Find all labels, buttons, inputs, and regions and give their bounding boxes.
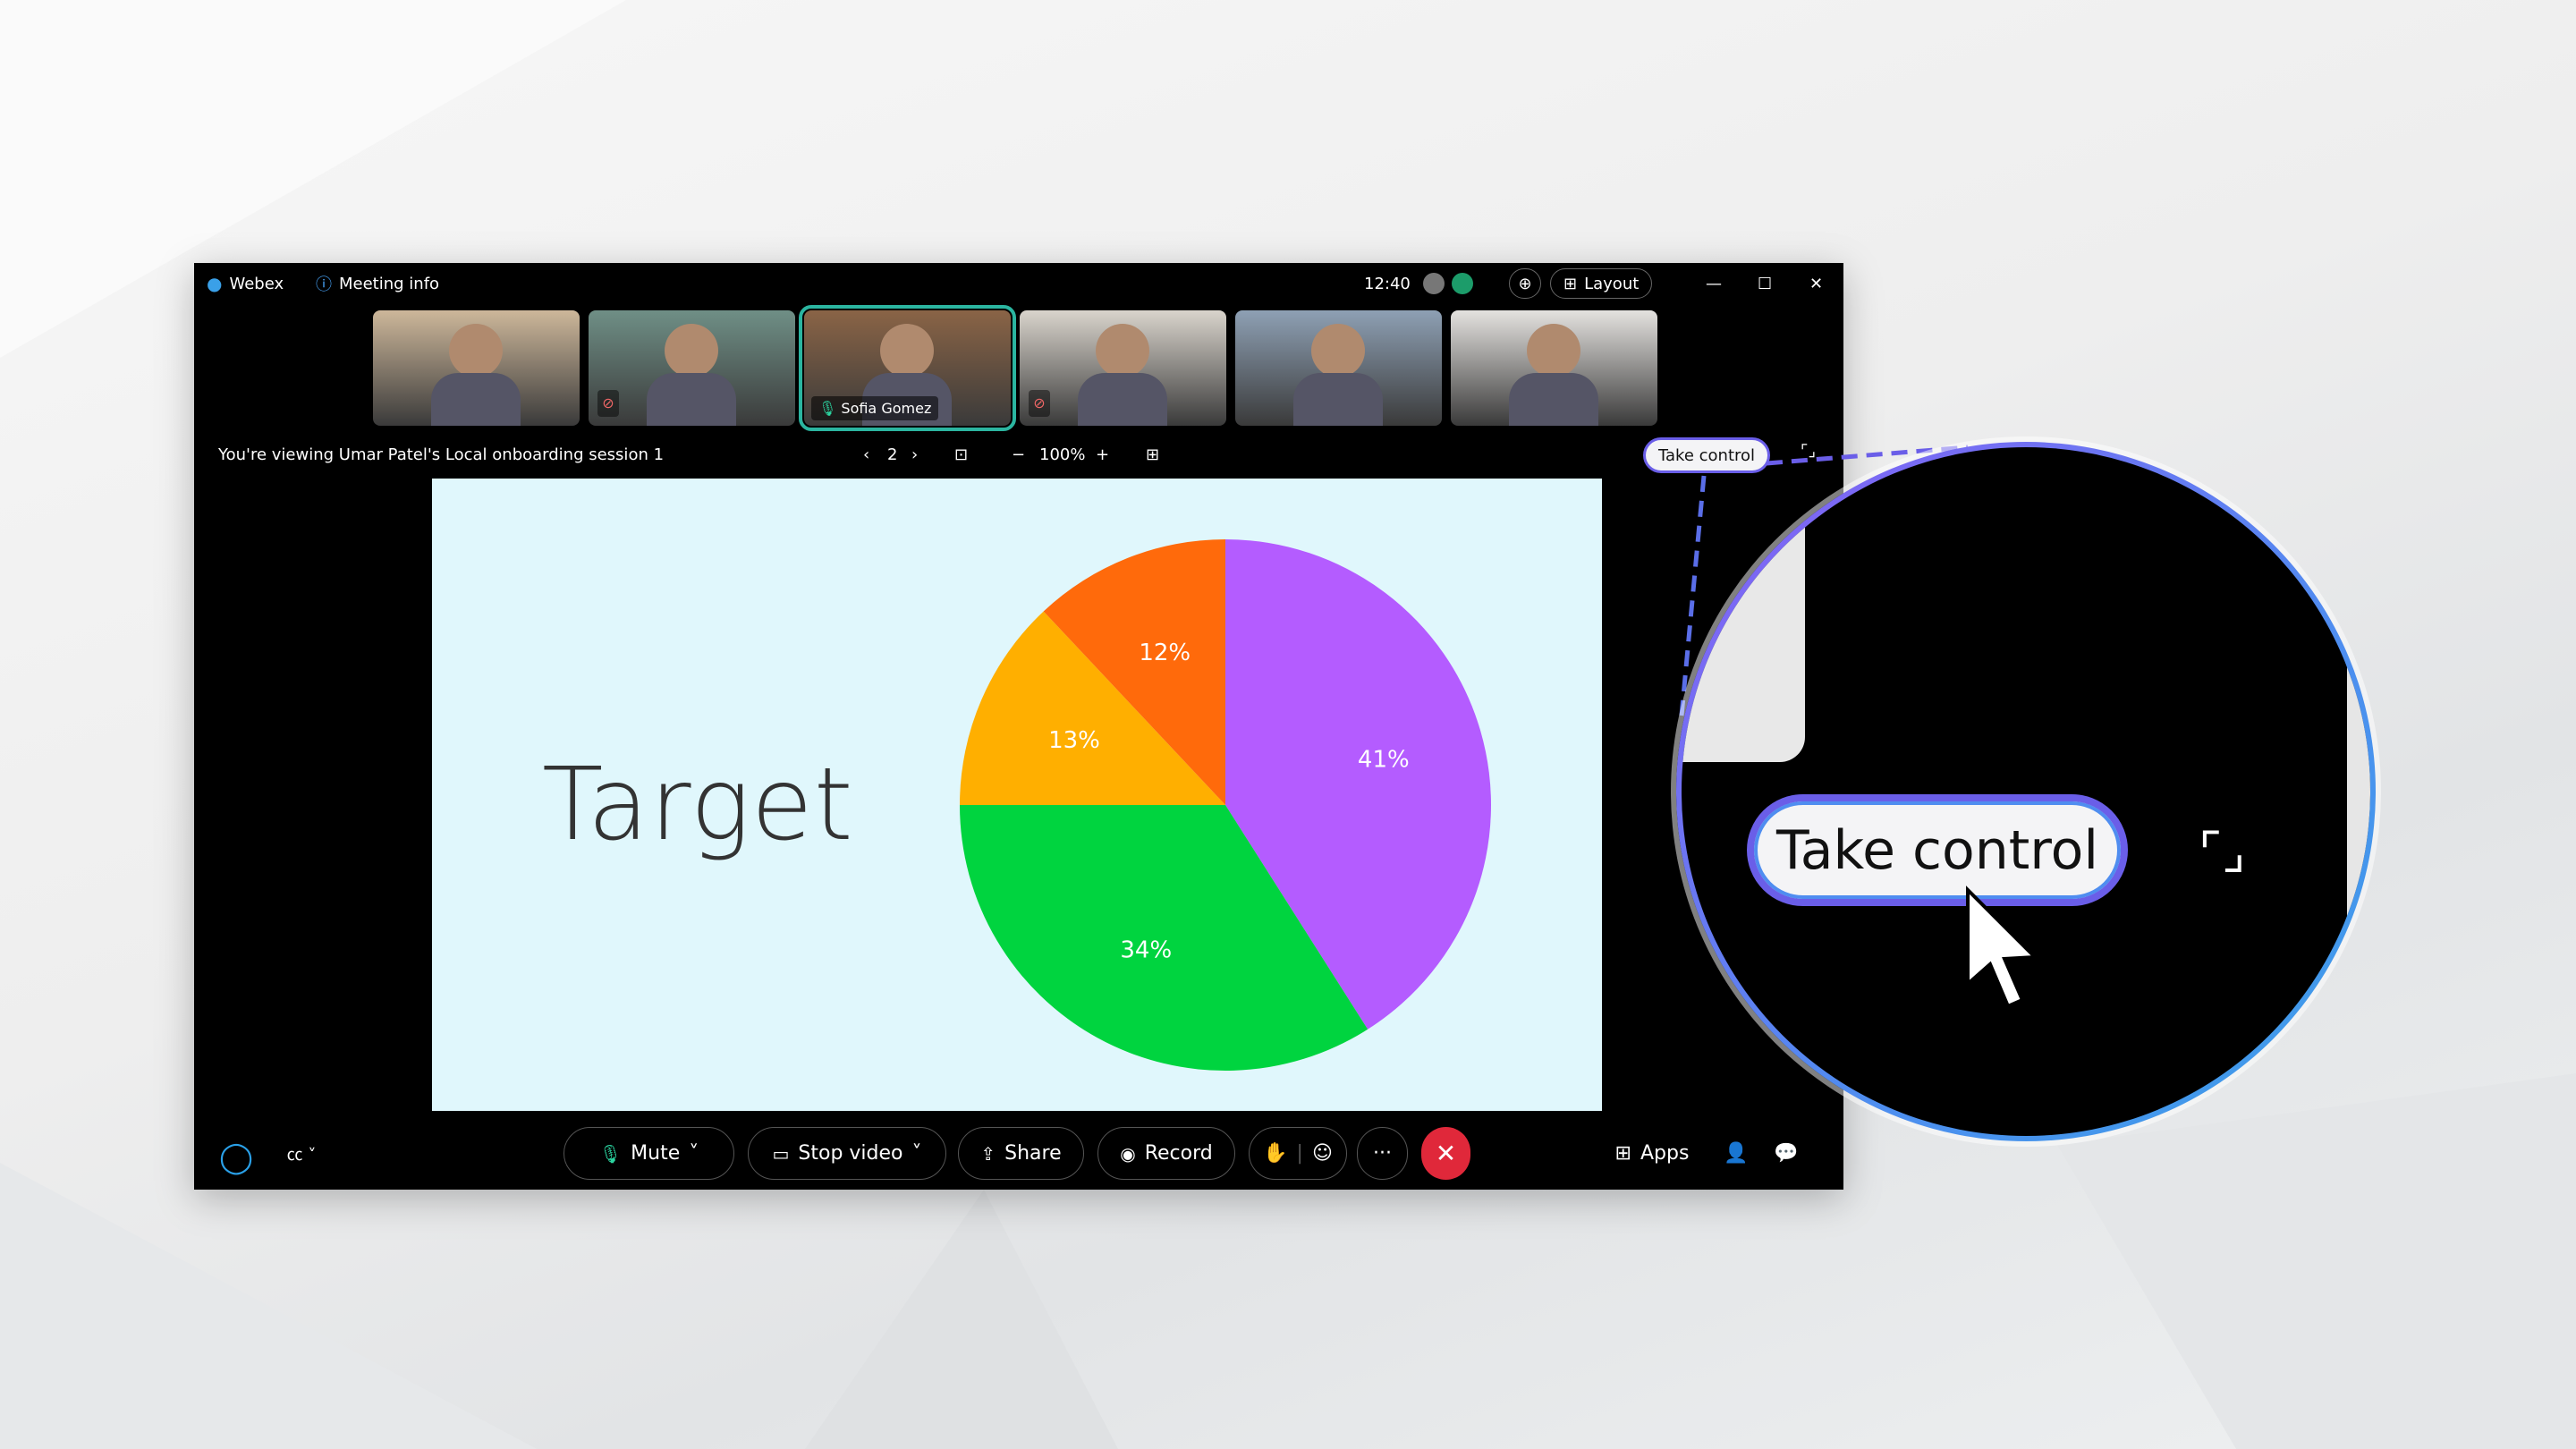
cursor-icon <box>1966 886 2039 1009</box>
take-control-button-magnified[interactable]: Take control <box>1747 794 2128 906</box>
expand-icon[interactable]: ⌜⌟ <box>2199 823 2246 881</box>
background-fragment <box>2347 447 2370 1136</box>
magnifier: Take control ⌜⌟ <box>1676 442 2376 1141</box>
thumbnail-fragment <box>1682 447 1805 762</box>
